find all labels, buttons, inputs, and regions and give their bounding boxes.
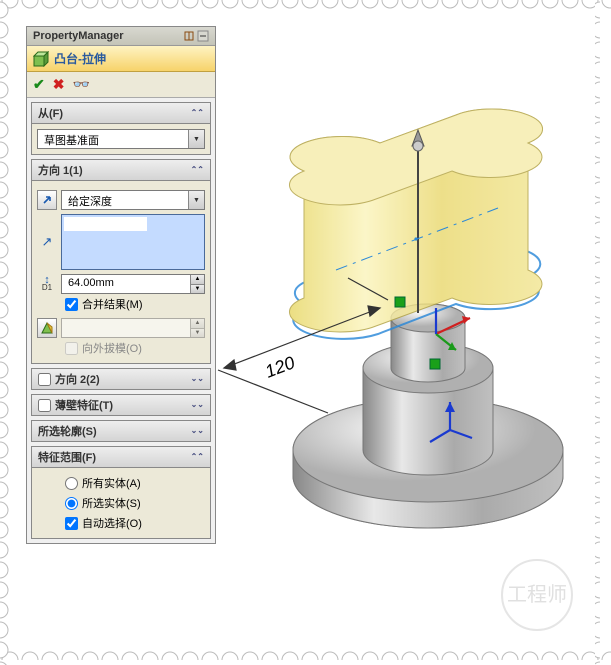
section-scope-body: 所有实体(A) 所选实体(S) 自动选择(O) xyxy=(31,468,211,539)
auto-select-label: 自动选择(O) xyxy=(82,515,142,531)
section-from-header[interactable]: 从(F) ⌃⌃ xyxy=(31,102,211,124)
property-manager-panel: PropertyManager 凸台-拉伸 ✔ ✖ 👓 从(F) ⌃⌃ 草图基准… xyxy=(26,26,216,544)
from-dropdown[interactable]: 草图基准面 ▼ xyxy=(37,129,205,149)
spinner-up: ▲ xyxy=(191,319,204,329)
section-from-label: 从(F) xyxy=(38,105,63,121)
end-condition-dropdown[interactable]: 给定深度 ▼ xyxy=(61,190,205,210)
depth-spinner[interactable]: 64.00mm ▲ ▼ xyxy=(61,274,205,294)
detail-preview-button[interactable]: 👓 xyxy=(72,76,89,93)
depth-icon: ↕D1 xyxy=(42,276,52,291)
direction-vector-icon[interactable]: ↗ xyxy=(42,234,53,250)
section-dir1-label: 方向 1(1) xyxy=(38,162,83,178)
draft-spinner: ▲ ▼ xyxy=(61,318,205,338)
section-dir1-body: 给定深度 ▼ ↗ ↕D1 64.00mm xyxy=(31,181,211,364)
section-dir2-header[interactable]: 方向 2(2) ⌄⌄ xyxy=(31,368,211,390)
spinner-down[interactable]: ▼ xyxy=(191,285,204,294)
direction-reference-input[interactable] xyxy=(61,214,205,270)
reverse-direction-button[interactable] xyxy=(37,190,57,210)
section-contour-header[interactable]: 所选轮廓(S) ⌄⌄ xyxy=(31,420,211,442)
scope-selected-label: 所选实体(S) xyxy=(82,495,141,511)
section-scope-header[interactable]: 特征范围(F) ⌃⌃ xyxy=(31,446,211,468)
auto-select-checkbox[interactable] xyxy=(65,517,78,530)
chevron-down-icon[interactable]: ▼ xyxy=(188,130,204,148)
section-scope-label: 特征范围(F) xyxy=(38,449,96,465)
section-thin-label: 薄壁特征(T) xyxy=(55,397,113,413)
chevron-up-icon: ⌃⌃ xyxy=(191,109,204,117)
feature-title-bar: 凸台-拉伸 xyxy=(27,46,215,72)
merge-result-label: 合并结果(M) xyxy=(82,296,143,312)
close-icon[interactable] xyxy=(197,30,209,42)
chevron-up-icon: ⌃⌃ xyxy=(191,166,204,174)
watermark: 工程师 xyxy=(501,559,573,631)
dimension-value: 120 xyxy=(262,352,297,381)
pm-actions: ✔ ✖ 👓 xyxy=(27,72,215,98)
spinner-up[interactable]: ▲ xyxy=(191,275,204,285)
feature-title: 凸台-拉伸 xyxy=(54,50,106,67)
scope-selected-radio[interactable] xyxy=(65,497,78,510)
scope-all-label: 所有实体(A) xyxy=(82,475,141,491)
pm-title: PropertyManager xyxy=(33,30,123,42)
section-from-body: 草图基准面 ▼ xyxy=(31,124,211,155)
section-dir1-header[interactable]: 方向 1(1) ⌃⌃ xyxy=(31,159,211,181)
section-contour-label: 所选轮廓(S) xyxy=(38,423,97,439)
ok-button[interactable]: ✔ xyxy=(33,76,45,93)
chevron-down-icon: ⌄⌄ xyxy=(191,375,204,383)
dir2-enable-checkbox[interactable] xyxy=(38,373,51,386)
merge-result-checkbox[interactable] xyxy=(65,298,78,311)
thin-enable-checkbox[interactable] xyxy=(38,399,51,412)
chevron-up-icon: ⌃⌃ xyxy=(191,453,204,461)
section-dir2-label: 方向 2(2) xyxy=(55,371,100,387)
scope-all-radio[interactable] xyxy=(65,477,78,490)
extrude-icon xyxy=(33,51,49,67)
spinner-down: ▼ xyxy=(191,329,204,338)
chevron-down-icon: ⌄⌄ xyxy=(191,401,204,409)
section-thin-header[interactable]: 薄壁特征(T) ⌄⌄ xyxy=(31,394,211,416)
draft-outward-label: 向外拔模(O) xyxy=(82,340,142,356)
pin-icon[interactable] xyxy=(183,30,195,42)
chevron-down-icon: ⌄⌄ xyxy=(191,427,204,435)
pm-header: PropertyManager xyxy=(27,27,215,46)
cancel-button[interactable]: ✖ xyxy=(53,76,65,93)
chevron-down-icon[interactable]: ▼ xyxy=(188,191,204,209)
draft-outward-checkbox xyxy=(65,342,78,355)
draft-button[interactable] xyxy=(37,318,57,338)
